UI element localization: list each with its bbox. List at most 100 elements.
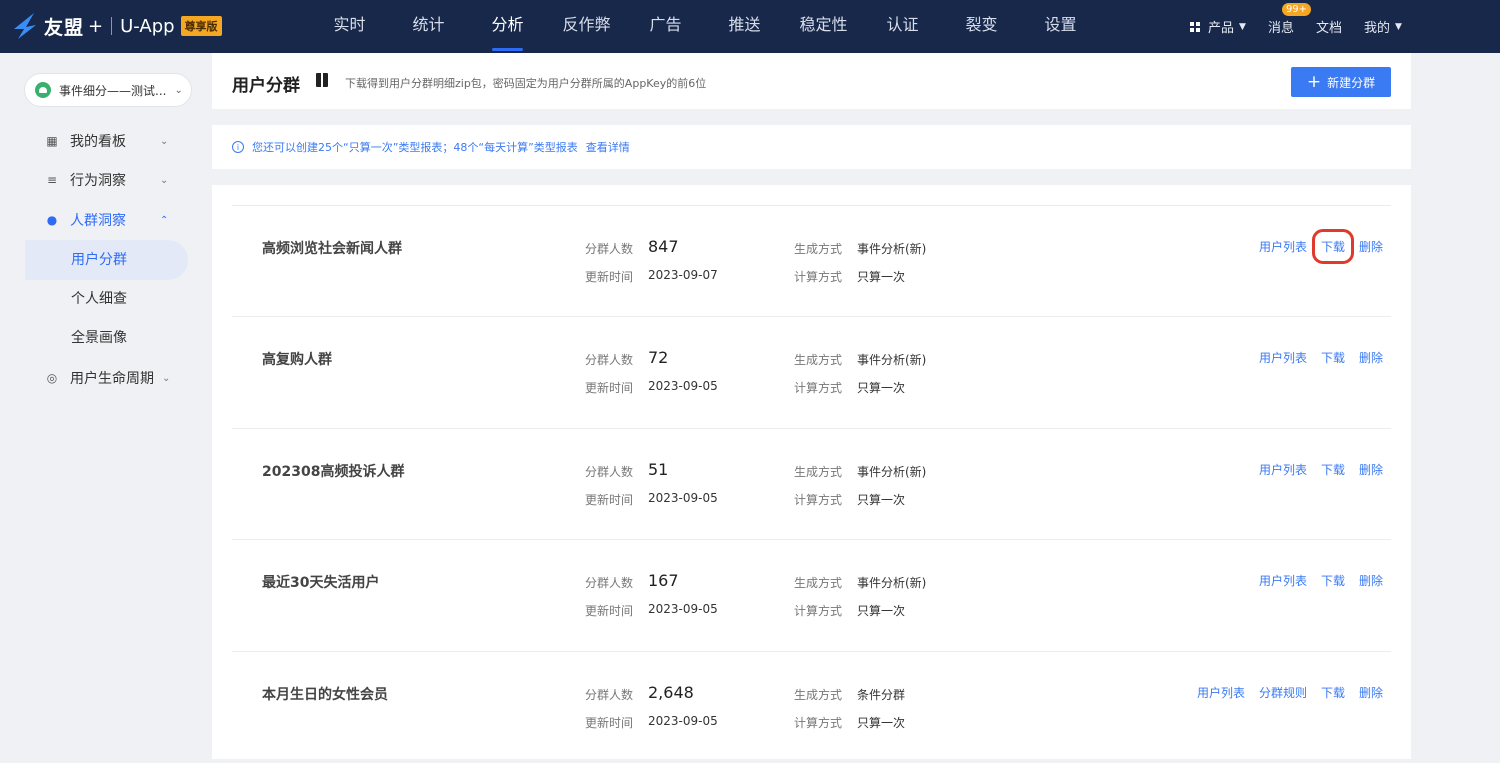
sidebar-item-label: 我的看板 (70, 134, 126, 150)
row-actions: 用户列表 下载 删除 (1245, 461, 1383, 478)
count-label: 分群人数 (585, 465, 634, 479)
new-segment-label: 新建分群 (1327, 75, 1376, 90)
menu-fission[interactable]: 裂变 (942, 0, 1021, 53)
menu-push[interactable]: 推送 (705, 0, 784, 53)
segment-updated: 2023-09-05 (648, 379, 718, 393)
method-label: 生成方式 (794, 576, 843, 590)
segment-row: 本月生日的女性会员 分群人数 2,648 更新时间 2023-09-05 生成方… (232, 651, 1391, 763)
segment-name: 最近30天失活用户 (262, 575, 380, 591)
product-label: 产品 (1208, 21, 1235, 36)
download-link[interactable]: 下载 (1321, 684, 1345, 701)
updated-label: 更新时间 (585, 716, 634, 730)
segment-method: 条件分群 (857, 688, 906, 702)
segment-name: 高频浏览社会新闻人群 (262, 241, 402, 257)
segment-calc: 只算一次 (857, 270, 906, 284)
row-actions: 用户列表 下载 删除 (1245, 229, 1383, 264)
delete-link[interactable]: 删除 (1359, 684, 1383, 701)
menu-settings[interactable]: 设置 (1021, 0, 1100, 53)
calc-label: 计算方式 (794, 270, 843, 284)
download-link[interactable]: 下载 (1311, 229, 1354, 264)
segment-updated: 2023-09-07 (648, 268, 718, 282)
sidebar-item-audience[interactable]: ● 人群洞察 ⌃ (44, 200, 184, 240)
behavior-icon: ≡ (46, 173, 58, 187)
user-list-link[interactable]: 用户列表 (1259, 572, 1307, 589)
user-list-link[interactable]: 用户列表 (1259, 238, 1307, 255)
docs-link[interactable]: 文档 (1316, 17, 1342, 36)
chart-icon: ▦ (46, 134, 58, 148)
app-selector[interactable]: 事件细分——测试... ⌄ (24, 73, 192, 107)
page-title: 用户分群 (232, 76, 300, 96)
segment-count: 167 (648, 571, 679, 590)
calc-label: 计算方式 (794, 493, 843, 507)
docs-label: 文档 (1315, 21, 1342, 36)
segment-list: 高频浏览社会新闻人群 分群人数 847 更新时间 2023-09-07 生成方式… (212, 185, 1411, 759)
updated-label: 更新时间 (585, 493, 634, 507)
delete-link[interactable]: 删除 (1359, 238, 1383, 255)
account-label: 我的 (1363, 21, 1390, 36)
sidebar-item-label: 行为洞察 (70, 173, 126, 189)
sidebar-item-label: 人群洞察 (70, 213, 126, 229)
user-list-link[interactable]: 用户列表 (1259, 461, 1307, 478)
chevron-down-icon: ⌄ (160, 174, 169, 186)
count-label: 分群人数 (585, 576, 634, 590)
sidebar-subitem-user-segments[interactable]: 用户分群 (25, 240, 188, 280)
new-segment-button[interactable]: + 新建分群 (1291, 67, 1391, 97)
delete-link[interactable]: 删除 (1359, 349, 1383, 366)
segment-method: 事件分析(新) (857, 242, 927, 256)
menu-realtime[interactable]: 实时 (310, 0, 389, 53)
segment-updated: 2023-09-05 (648, 602, 718, 616)
umeng-logo[interactable]: 友盟 + U-App 尊享版 (12, 8, 222, 44)
message-count-badge: 99+ (1281, 3, 1312, 16)
chevron-down-icon: ⌄ (174, 84, 183, 96)
caret-down-icon: ▼ (1239, 21, 1246, 32)
user-list-link[interactable]: 用户列表 (1197, 684, 1245, 701)
menu-statistics[interactable]: 统计 (389, 0, 468, 53)
user-list-link[interactable]: 用户列表 (1259, 349, 1307, 366)
sidebar-item-dashboard[interactable]: ▦ 我的看板 ⌄ (44, 121, 184, 161)
menu-ads[interactable]: 广告 (626, 0, 705, 53)
segment-calc: 只算一次 (857, 493, 906, 507)
sidebar-item-label: 用户生命周期 (70, 371, 154, 387)
segment-rules-link[interactable]: 分群规则 (1259, 684, 1307, 701)
segment-method: 事件分析(新) (857, 353, 927, 367)
view-details-link[interactable]: 查看详情 (586, 139, 630, 155)
plus-icon: + (1306, 72, 1322, 92)
brand-name: 友盟 (44, 16, 85, 39)
download-link[interactable]: 下载 (1321, 461, 1345, 478)
sidebar-subitem-portrait[interactable]: 全景画像 (25, 318, 188, 358)
chevron-up-icon: ⌃ (160, 214, 169, 226)
menu-analysis[interactable]: 分析 (468, 0, 547, 53)
caret-down-icon: ▼ (1394, 21, 1402, 32)
row-actions: 用户列表 下载 删除 (1245, 572, 1383, 589)
top-right-nav: 产品 ▼ 消息 99+ 文档 我的 ▼ (1190, 0, 1424, 53)
info-icon: i (232, 141, 244, 153)
tier-badge: 尊享版 (180, 16, 222, 36)
segment-calc: 只算一次 (857, 381, 906, 395)
menu-stability[interactable]: 稳定性 (784, 0, 863, 53)
messages-label: 消息 (1267, 21, 1294, 36)
segment-calc: 只算一次 (857, 716, 906, 730)
top-nav-bar: 友盟 + U-App 尊享版 实时 统计 分析 反作弊 广告 推送 稳定性 认证… (0, 0, 1500, 53)
row-actions: 用户列表 分群规则 下载 删除 (1183, 684, 1383, 701)
download-link[interactable]: 下载 (1321, 572, 1345, 589)
messages-link[interactable]: 消息 99+ (1267, 3, 1312, 36)
menu-anti-fraud[interactable]: 反作弊 (547, 0, 626, 53)
chevron-down-icon: ⌄ (162, 372, 171, 384)
sidebar-item-behavior[interactable]: ≡ 行为洞察 ⌄ (44, 160, 184, 200)
android-icon (35, 82, 51, 98)
menu-auth[interactable]: 认证 (863, 0, 942, 53)
delete-link[interactable]: 删除 (1359, 461, 1383, 478)
calc-label: 计算方式 (794, 716, 843, 730)
calc-label: 计算方式 (794, 604, 843, 618)
segment-row: 最近30天失活用户 分群人数 167 更新时间 2023-09-05 生成方式 … (232, 539, 1391, 651)
delete-link[interactable]: 删除 (1359, 572, 1383, 589)
updated-label: 更新时间 (585, 604, 634, 618)
sidebar-subitem-user-detail[interactable]: 个人细查 (25, 279, 188, 319)
product-dropdown[interactable]: 产品 ▼ (1190, 17, 1246, 36)
download-link[interactable]: 下载 (1321, 349, 1345, 366)
account-dropdown[interactable]: 我的 ▼ (1364, 17, 1402, 36)
sidebar-item-lifecycle[interactable]: ◎ 用户生命周期 ⌄ (44, 358, 184, 398)
segment-updated: 2023-09-05 (648, 714, 718, 728)
book-icon[interactable] (316, 73, 328, 87)
brand-plus: + (88, 15, 104, 37)
